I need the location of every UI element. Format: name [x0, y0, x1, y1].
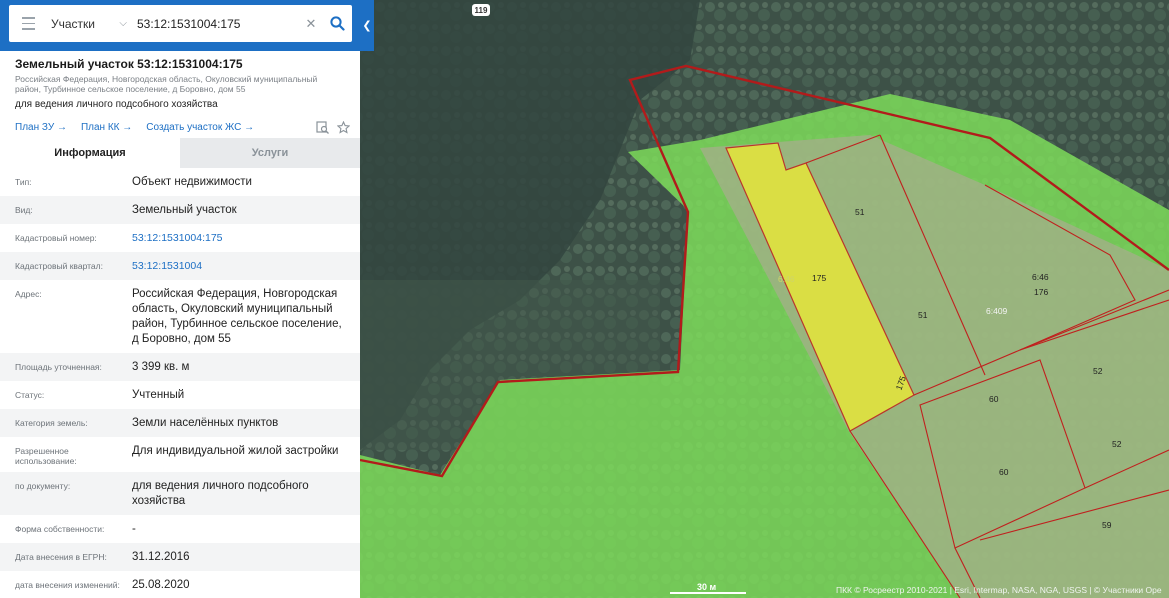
attribute-label: Дата внесения в ЕГРН: — [15, 552, 107, 562]
attribute-value: 25.08.2020 — [132, 579, 190, 591]
attribute-value-link[interactable]: 53:12:1531004 — [132, 259, 346, 274]
star-icon[interactable] — [337, 120, 350, 134]
attribute-value: 3 399 кв. м — [132, 361, 190, 373]
attribute-value: Объект недвижимости — [132, 176, 252, 188]
menu-icon — [21, 15, 35, 32]
find-on-map-icon[interactable] — [316, 120, 329, 134]
attribute-row: Форма собственности: - — [0, 515, 360, 543]
parcel-label: 6:46 — [1032, 272, 1049, 282]
object-purpose: для ведения личного подсобного хозяйства — [15, 99, 218, 110]
scale-label: 30 м — [697, 582, 717, 592]
attribute-row: Вид: Земельный участок — [0, 196, 360, 224]
scale-bar — [670, 592, 746, 594]
attribute-row: дата внесения изменений: 25.08.2020 — [0, 571, 360, 598]
layer-select[interactable]: Участки ⌵ — [47, 5, 129, 42]
search-icon — [329, 16, 345, 31]
attribute-value: Учтенный — [132, 389, 185, 401]
attribute-value: Земли населённых пунктов — [132, 417, 279, 429]
tab-bar: Информация Услуги — [0, 138, 360, 168]
parcel-label: 175 — [812, 273, 826, 283]
parcel-label: 51 — [855, 207, 865, 217]
attribute-value: 31.12.2016 — [132, 551, 190, 563]
object-address: Российская Федерация, Новгородская облас… — [15, 74, 318, 94]
attribute-row: Статус: Учтенный — [0, 381, 360, 409]
tab-services[interactable]: Услуги — [180, 138, 360, 168]
attribute-value: Земельный участок — [132, 204, 237, 216]
clear-button[interactable]: ✕ — [300, 5, 322, 42]
create-parcel-link[interactable]: Создать участок ЖС → — [146, 122, 254, 133]
attribute-value: для ведения личного подсобного хозяйства — [132, 480, 309, 507]
road-number-badge: 119 — [472, 4, 490, 16]
header-actions — [316, 120, 350, 134]
attribute-row: Дата внесения в ЕГРН: 31.12.2016 — [0, 543, 360, 571]
attribute-label: Площадь уточненная: — [15, 362, 102, 372]
attribute-row: Категория земель: Земли населённых пункто… — [0, 409, 360, 437]
attribute-value: Российская Федерация, Новгородская облас… — [132, 288, 342, 345]
parcel-label: 51 — [918, 310, 928, 320]
attribute-row: Кадастровый номер: 53:12:1531004:175 — [0, 224, 360, 252]
plan-zu-link[interactable]: План ЗУ → — [15, 122, 67, 133]
attribute-label: Кадастровый квартал: — [15, 261, 103, 271]
parcel-label: 60 — [999, 467, 1009, 477]
tab-information[interactable]: Информация — [0, 138, 180, 168]
menu-button[interactable] — [9, 5, 47, 42]
parcel-label: 6:46 — [778, 274, 795, 284]
attributes-table: Тип: Объект недвижимости Вид: Земельный уча… — [0, 168, 360, 598]
attribute-label: Вид: — [15, 205, 33, 215]
attribute-label: Форма собственности: — [15, 524, 105, 534]
close-icon: ✕ — [305, 15, 317, 31]
attribute-label: Кадастровый номер: — [15, 233, 97, 243]
parcel-label: 60 — [989, 394, 999, 404]
attribute-label: Статус: — [15, 390, 45, 400]
attribute-label: Разрешенное использование: — [15, 446, 77, 466]
chevron-down-icon: ⌵ — [119, 18, 127, 29]
attribute-label: Категория земель: — [15, 418, 88, 428]
parcel-label: 52 — [1112, 439, 1122, 449]
object-title: Земельный участок 53:12:1531004:175 — [15, 57, 243, 71]
search-button[interactable] — [322, 5, 352, 42]
attribute-label: Тип: — [15, 177, 32, 187]
attribute-row: Адрес: Российская Федерация, Новгородская… — [0, 280, 360, 353]
attribute-row: Кадастровый квартал: 53:12:1531004 — [0, 252, 360, 280]
attribute-row: Тип: Объект недвижимости — [0, 168, 360, 196]
attribute-row: Площадь уточненная: 3 399 кв. м — [0, 353, 360, 381]
action-links: План ЗУ → План КК → Создать участок ЖС → — [15, 120, 350, 134]
collapse-panel-button[interactable]: ❮ — [360, 0, 374, 51]
info-panel: Участки ⌵ ✕ Земельный участок 53:12:1531… — [0, 0, 360, 598]
parcel-label: 59 — [1102, 520, 1112, 530]
search-input[interactable] — [129, 5, 300, 42]
attribute-value: Для индивидуальной жилой застройки — [132, 445, 339, 457]
chevron-left-icon: ❮ — [362, 20, 372, 32]
attribute-row: по документу: для ведения личного подсобн… — [0, 472, 360, 515]
search-bar: Участки ⌵ ✕ — [0, 0, 360, 51]
attribute-label: по документу: — [15, 481, 71, 491]
parcel-label: 52 — [1093, 366, 1103, 376]
attribute-label: Адрес: — [15, 289, 42, 299]
parcel-label: 176 — [1034, 287, 1048, 297]
map-attribution: ПКК © Росреестр 2010-2021 | Esri, Interm… — [836, 585, 1162, 595]
plan-kk-link[interactable]: План КК → — [81, 122, 132, 133]
app-root: 51 6:46 175 51 6:409 6:46 176 52 60 60 5… — [0, 0, 1169, 598]
attribute-value: - — [132, 523, 136, 535]
attribute-value-link[interactable]: 53:12:1531004:175 — [132, 231, 346, 246]
object-header: Земельный участок 53:12:1531004:175 Росс… — [0, 51, 360, 110]
search-box: Участки ⌵ ✕ — [9, 5, 352, 42]
layer-select-label: Участки — [51, 16, 95, 31]
attribute-row: Разрешенное использование: Для индивидуал… — [0, 437, 360, 472]
parcel-label: 6:409 — [986, 306, 1008, 316]
attribute-label: дата внесения изменений: — [15, 580, 120, 590]
